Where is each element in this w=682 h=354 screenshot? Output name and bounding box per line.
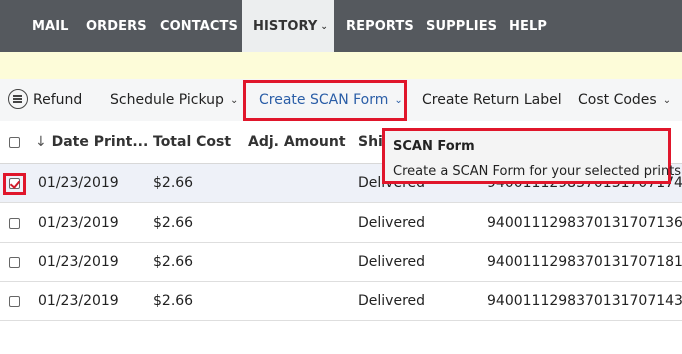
row-checkbox[interactable] — [9, 257, 20, 268]
tooltip-body: Create a SCAN Form for your selected pri… — [393, 164, 682, 179]
schedule-pickup-dropdown[interactable]: Schedule Pickup ⌄ — [110, 79, 238, 121]
nav-item-supplies[interactable]: SUPPLIES — [426, 0, 497, 52]
row-status: Delivered — [358, 254, 426, 270]
column-header-date-printed[interactable]: ↓ Date Print... — [35, 121, 148, 163]
column-header-total-cost[interactable]: Total Cost — [153, 121, 231, 163]
row-date: 01/23/2019 — [38, 254, 119, 270]
row-tracking-number[interactable]: 9400111298370131707181 — [487, 243, 682, 282]
row-total-cost: $2.66 — [153, 293, 194, 309]
scan-form-highlight — [243, 80, 407, 121]
table-row[interactable]: 01/23/2019 $2.66 Delivered 9400111298370… — [0, 204, 682, 243]
refund-icon — [8, 89, 28, 109]
row-total-cost: $2.66 — [153, 254, 194, 270]
row-total-cost: $2.66 — [153, 215, 194, 231]
cost-codes-dropdown[interactable]: Cost Codes ⌄ — [578, 79, 671, 121]
nav-item-history[interactable]: HISTORY ⌄ — [242, 0, 334, 52]
scan-form-tooltip: SCAN Form Create a SCAN Form for your se… — [382, 128, 682, 184]
row-total-cost: $2.66 — [153, 175, 194, 191]
row-status: Delivered — [358, 215, 426, 231]
row-date: 01/23/2019 — [38, 293, 119, 309]
row-date: 01/23/2019 — [38, 215, 119, 231]
row-checkbox[interactable] — [9, 296, 20, 307]
row-status: Delivered — [358, 293, 426, 309]
create-return-label-button[interactable]: Create Return Label — [422, 79, 562, 121]
column-header-adj-amount[interactable]: Adj. Amount — [248, 121, 346, 163]
sort-down-arrow-icon: ↓ — [35, 134, 47, 150]
nav-item-reports[interactable]: REPORTS — [346, 0, 414, 52]
refund-button[interactable]: Refund — [8, 79, 82, 121]
nav-item-help[interactable]: HELP — [509, 0, 547, 52]
chevron-down-icon: ⌄ — [662, 95, 672, 106]
chevron-down-icon: ⌄ — [320, 22, 329, 32]
nav-item-orders[interactable]: ORDERS — [86, 0, 147, 52]
row-tracking-number[interactable]: 9400111298370131707136 — [487, 204, 682, 243]
checkbox-highlight — [3, 173, 26, 195]
table-row[interactable]: 01/23/2019 $2.66 Delivered 9400111298370… — [0, 243, 682, 282]
select-all-checkbox[interactable] — [9, 137, 20, 148]
row-date: 01/23/2019 — [38, 175, 119, 191]
table-row[interactable]: 01/23/2019 $2.66 Delivered 9400111298370… — [0, 282, 682, 321]
row-checkbox[interactable] — [9, 218, 20, 229]
row-tracking-number[interactable]: 9400111298370131707143 — [487, 282, 682, 321]
nav-item-mail[interactable]: MAIL — [32, 0, 69, 52]
tooltip-title: SCAN Form — [393, 139, 475, 154]
chevron-down-icon: ⌄ — [229, 95, 239, 106]
nav-item-contacts[interactable]: CONTACTS — [160, 0, 238, 52]
notice-bar — [0, 52, 682, 79]
